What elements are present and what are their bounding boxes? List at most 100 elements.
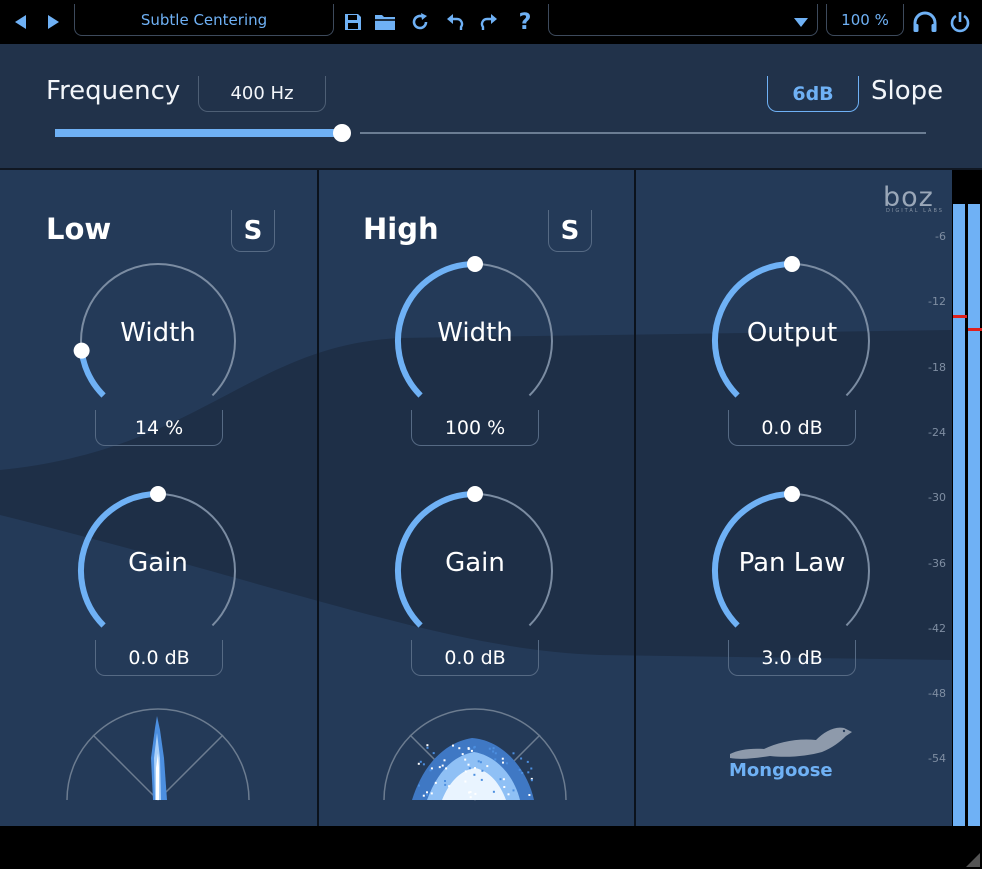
high-gain-value[interactable]: 0.0 dB [411, 640, 539, 676]
scope-sample [481, 769, 484, 772]
scope-sample [443, 759, 446, 762]
right-peak-marker [968, 328, 982, 331]
panel-divider [317, 170, 319, 826]
high-width-value[interactable]: 100 % [411, 410, 539, 446]
scope-sample [526, 760, 529, 763]
scope-sample [468, 767, 471, 770]
left-meter-bar [953, 204, 965, 826]
ab-compare-field[interactable] [548, 4, 818, 36]
save-icon[interactable] [340, 8, 366, 36]
high-gain-knob[interactable]: Gain [390, 486, 560, 656]
high-width-knob[interactable]: Width [390, 256, 560, 426]
scope-sample [473, 746, 476, 749]
slope-label: Slope [871, 76, 944, 106]
meter-tick-label: -30 [928, 491, 946, 505]
scope-sample [418, 784, 420, 787]
frequency-slider-thumb[interactable] [333, 124, 352, 142]
low-gain-value[interactable]: 0.0 dB [95, 640, 223, 676]
high-stereo-scope [383, 708, 567, 801]
preset-name-field[interactable]: Subtle Centering [74, 4, 334, 36]
knob-pointer[interactable] [784, 256, 800, 272]
headphones-icon[interactable] [912, 8, 938, 36]
meter-tick-label: -36 [928, 556, 946, 570]
help-icon[interactable]: ? [512, 8, 538, 36]
frequency-label: Frequency [46, 76, 181, 106]
reset-icon[interactable] [407, 8, 433, 36]
scope-sample [512, 789, 515, 792]
knob-pointer[interactable] [150, 486, 166, 502]
panel-divider [634, 170, 636, 826]
redo-icon[interactable] [476, 8, 502, 36]
low-width-knob[interactable]: Width [73, 256, 243, 426]
power-icon[interactable] [947, 8, 973, 36]
scope-sample [430, 767, 433, 770]
knob-pointer[interactable] [467, 486, 483, 502]
scope-sample [467, 747, 470, 750]
scope-sample [429, 769, 432, 772]
scope-sample [419, 760, 422, 763]
scope-sample [461, 753, 464, 756]
scope-sample [469, 796, 472, 799]
high-solo-button[interactable]: S [548, 210, 592, 252]
slope-button[interactable]: 6dB [767, 76, 859, 112]
zoom-select[interactable]: 100 % [826, 4, 904, 36]
low-solo-button[interactable]: S [231, 210, 275, 252]
scope-sample [492, 790, 495, 793]
scope-sample [426, 791, 428, 794]
scope-sample [468, 791, 471, 794]
knob-pointer[interactable] [467, 256, 483, 272]
low-gain-knob[interactable]: Gain [73, 486, 243, 656]
frequency-slider-fill[interactable] [55, 129, 343, 137]
scope-sample [477, 760, 480, 763]
next-preset-icon[interactable] [40, 8, 66, 36]
pan-law-knob[interactable]: Pan Law [707, 486, 877, 656]
frequency-value-field[interactable]: 400 Hz [198, 76, 326, 112]
low-width-label: Width [120, 318, 196, 348]
high-gain-label: Gain [445, 548, 505, 578]
scope-sample [430, 792, 433, 795]
scope-sample [507, 793, 510, 796]
band-panels: Low S Width 14 % Gain 0.0 dB High S Widt… [0, 170, 952, 826]
output-value[interactable]: 0.0 dB [728, 410, 856, 446]
resize-grip-icon[interactable] [966, 853, 980, 867]
meter-tick-label: -54 [928, 752, 946, 766]
scope-sample [528, 794, 531, 796]
scope-sample [494, 758, 497, 761]
frequency-section: Frequency 400 Hz 6dB Slope [0, 44, 982, 170]
low-width-value[interactable]: 14 % [95, 410, 223, 446]
frequency-slider-track[interactable] [360, 132, 926, 134]
boz-logo-subtitle: DIGITAL LABS [886, 208, 944, 214]
scope-sample [474, 767, 476, 770]
scope-sample [521, 772, 524, 774]
scope-sample [444, 780, 446, 782]
scope-sample [494, 752, 497, 755]
footer [0, 826, 982, 869]
scope-sample [518, 768, 521, 771]
scope-sample [501, 757, 504, 760]
scope-sample [503, 786, 506, 788]
scope-sample [505, 762, 508, 765]
scope-sample [530, 767, 533, 770]
folder-icon[interactable] [372, 8, 398, 36]
scope-sample [426, 746, 429, 749]
scope-sample [479, 761, 482, 764]
low-band-title: Low [46, 212, 112, 246]
meter-tick-label: -24 [928, 425, 946, 439]
knob-pointer[interactable] [784, 486, 800, 502]
prev-preset-icon[interactable] [8, 8, 34, 36]
dropdown-icon[interactable] [788, 8, 814, 36]
scope-sample [467, 763, 470, 766]
scope-sample [426, 744, 429, 747]
scope-sample [492, 750, 495, 753]
scope-sample [464, 780, 467, 783]
mongoose-logo-icon [730, 727, 852, 759]
low-stereo-scope [66, 708, 250, 801]
output-knob[interactable]: Output [707, 256, 877, 426]
pan-law-value[interactable]: 3.0 dB [728, 640, 856, 676]
pan-law-label: Pan Law [738, 548, 846, 578]
undo-icon[interactable] [442, 8, 468, 36]
scope-sample [464, 758, 467, 761]
scope-sample [502, 778, 505, 781]
scope-sample [441, 764, 444, 767]
scope-sample [470, 749, 473, 752]
